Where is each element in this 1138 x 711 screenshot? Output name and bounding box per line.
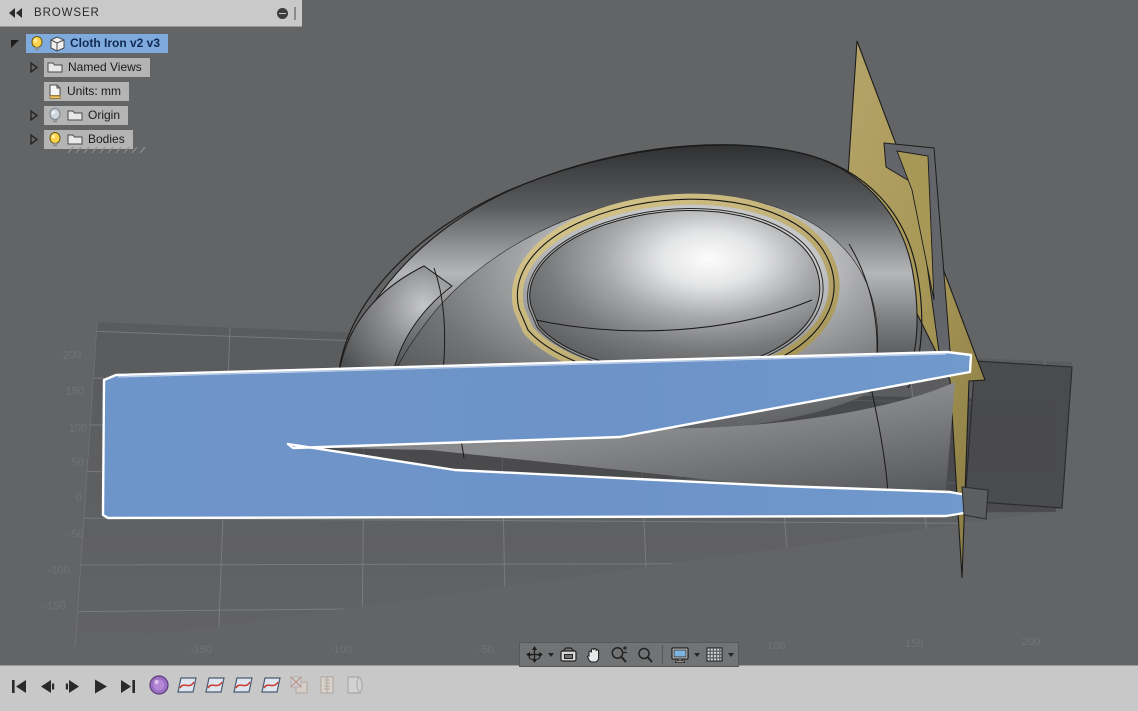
component-cube-icon	[49, 35, 66, 52]
browser-node-label: Origin	[88, 108, 121, 122]
document-ruler-icon	[47, 83, 63, 100]
rear-tab	[961, 486, 989, 520]
step-forward-button[interactable]	[62, 675, 84, 697]
svg-text:100: 100	[767, 640, 785, 652]
step-back-button[interactable]	[35, 675, 57, 697]
svg-text:-150: -150	[190, 644, 212, 656]
timeline-feature-sketch-1[interactable]	[174, 672, 199, 698]
browser-tree[interactable]: Cloth Iron v2 v3 Named Views Units: mm O…	[0, 27, 302, 153]
chevron-down-icon[interactable]	[548, 652, 554, 657]
double-left-arrow-icon[interactable]	[8, 8, 24, 18]
browser-panel-header[interactable]: BROWSER	[0, 0, 302, 27]
minus-circle-icon[interactable]	[277, 7, 288, 19]
svg-text:150: 150	[905, 638, 923, 650]
tree-row-named-views[interactable]: Named Views	[0, 55, 302, 79]
construction-plane	[964, 360, 1073, 509]
pan-button[interactable]	[581, 644, 606, 665]
timeline-feature-sculpt[interactable]	[146, 672, 171, 698]
folder-icon	[67, 108, 84, 123]
timeline-feature-sketch-3[interactable]	[230, 672, 255, 698]
chevron-down-icon[interactable]	[694, 652, 700, 657]
look-at-button[interactable]	[556, 644, 581, 665]
browser-panel[interactable]: BROWSER Cloth Iron v2 v3 Named Views Uni…	[0, 0, 302, 153]
timeline-feature-thread[interactable]	[314, 672, 339, 698]
browser-panel-title: BROWSER	[34, 7, 100, 19]
browser-node-named-views[interactable]: Named Views	[44, 57, 150, 77]
browser-node-label: Cloth Iron v2 v3	[70, 36, 161, 50]
orbit-button[interactable]	[522, 644, 547, 665]
expand-arrow-down-icon[interactable]	[4, 38, 26, 49]
tree-row-cloth-iron[interactable]: Cloth Iron v2 v3	[0, 31, 302, 55]
lightbulb-off-icon[interactable]	[47, 107, 63, 124]
browser-node-cloth-iron[interactable]: Cloth Iron v2 v3	[26, 33, 169, 53]
timeline-playback-controls[interactable]	[0, 666, 138, 697]
tree-row-bodies[interactable]: Bodies	[0, 127, 302, 153]
display-settings-button[interactable]	[667, 644, 693, 665]
timeline-feature-patch[interactable]	[286, 672, 311, 698]
svg-text:-100: -100	[330, 644, 352, 656]
tree-row-origin[interactable]: Origin	[0, 103, 302, 127]
svg-text:200: 200	[63, 349, 82, 362]
svg-text:-50: -50	[478, 644, 494, 656]
svg-text:50: 50	[72, 456, 85, 469]
browser-node-origin[interactable]: Origin	[44, 105, 129, 125]
tree-row-units[interactable]: Units: mm	[0, 79, 302, 103]
expand-arrow-right-icon[interactable]	[22, 109, 44, 121]
panel-resize-grip[interactable]	[294, 6, 296, 20]
zoom-button[interactable]	[606, 644, 632, 665]
folder-icon	[47, 60, 64, 75]
browser-node-units[interactable]: Units: mm	[44, 81, 129, 101]
browser-node-label: Units: mm	[67, 84, 121, 98]
lightbulb-on-icon[interactable]	[47, 131, 63, 148]
chevron-down-icon[interactable]	[728, 652, 734, 657]
svg-text:0: 0	[76, 492, 83, 504]
svg-text:-150: -150	[44, 600, 67, 613]
svg-text:-50: -50	[68, 528, 85, 541]
expand-arrow-right-icon[interactable]	[22, 133, 44, 145]
grid-snaps-button[interactable]	[702, 644, 727, 665]
zoom-window-button[interactable]	[632, 644, 658, 665]
timeline-feature-sketch-4[interactable]	[258, 672, 283, 698]
svg-text:200: 200	[1022, 636, 1040, 648]
timeline-feature-surface[interactable]	[342, 672, 367, 698]
fusion-window: 200 150 100 50 0 -50 -100 -150 -150 -100…	[0, 0, 1138, 711]
navigation-toolbar[interactable]	[519, 642, 739, 667]
browser-node-label: Named Views	[68, 60, 142, 74]
go-to-beginning-button[interactable]	[8, 675, 30, 697]
go-to-end-button[interactable]	[116, 675, 138, 697]
browser-node-label: Bodies	[88, 132, 125, 146]
timeline-feature-sketch-2[interactable]	[202, 672, 227, 698]
play-button[interactable]	[89, 675, 111, 697]
lightbulb-on-icon[interactable]	[29, 35, 45, 52]
timeline-features[interactable]	[146, 666, 367, 698]
svg-text:150: 150	[66, 385, 85, 398]
browser-node-bodies[interactable]: Bodies	[44, 129, 146, 153]
expand-arrow-right-icon[interactable]	[22, 61, 44, 73]
folder-icon	[67, 132, 84, 147]
toolbar-divider	[662, 645, 663, 664]
svg-text:100: 100	[69, 422, 88, 435]
svg-text:-100: -100	[48, 564, 71, 577]
timeline-bar[interactable]	[0, 665, 1138, 711]
